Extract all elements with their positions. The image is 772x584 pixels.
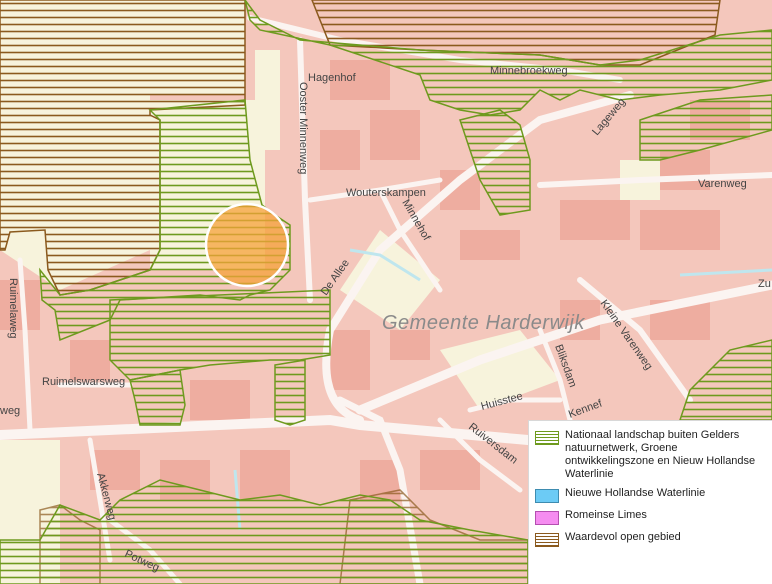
street-label-zu: Zu (758, 278, 771, 290)
street-label-minnebroekweg: Minnebroekweg (490, 65, 568, 77)
street-label-ruimelswarsweg: Ruimelswarsweg (42, 376, 125, 388)
legend-item-romeinse-limes: Romeinse Limes (535, 509, 766, 525)
street-label-ooster-minnenweg: Ooster Minnenweg (297, 82, 309, 174)
street-label-varenweg: Varenweg (698, 178, 747, 190)
pink-fill-swatch-icon (535, 511, 559, 525)
municipality-label: Gemeente Harderwijk (382, 312, 585, 334)
legend-item-nieuwe-hollandse-waterlinie: Nieuwe Hollandse Waterlinie (535, 487, 766, 503)
legend-label: Waardevol open gebied (565, 531, 681, 543)
legend-label: Romeinse Limes (565, 509, 647, 521)
brown-hatch-swatch-icon (535, 533, 559, 547)
legend-item-nationaal-landschap: Nationaal landschap buiten Gelders natuu… (535, 429, 766, 481)
street-label-ruimelaweg: Ruimelaweg (7, 278, 19, 339)
street-label-hagenhof: Hagenhof (308, 72, 357, 84)
legend-label: Nationaal landschap buiten Gelders natuu… (565, 429, 756, 480)
street-label-wouterskampen: Wouterskampen (346, 187, 426, 199)
blue-fill-swatch-icon (535, 489, 559, 503)
legend-label: Nieuwe Hollandse Waterlinie (565, 487, 706, 499)
street-label-weg: weg (0, 405, 20, 417)
legend-item-waardevol-open-gebied: Waardevol open gebied (535, 531, 766, 547)
location-marker[interactable] (204, 202, 290, 288)
map-legend: Nationaal landschap buiten Gelders natuu… (528, 420, 772, 584)
green-hatch-swatch-icon (535, 431, 559, 445)
landscape-small (274, 359, 306, 426)
landscape-strip (129, 369, 186, 426)
